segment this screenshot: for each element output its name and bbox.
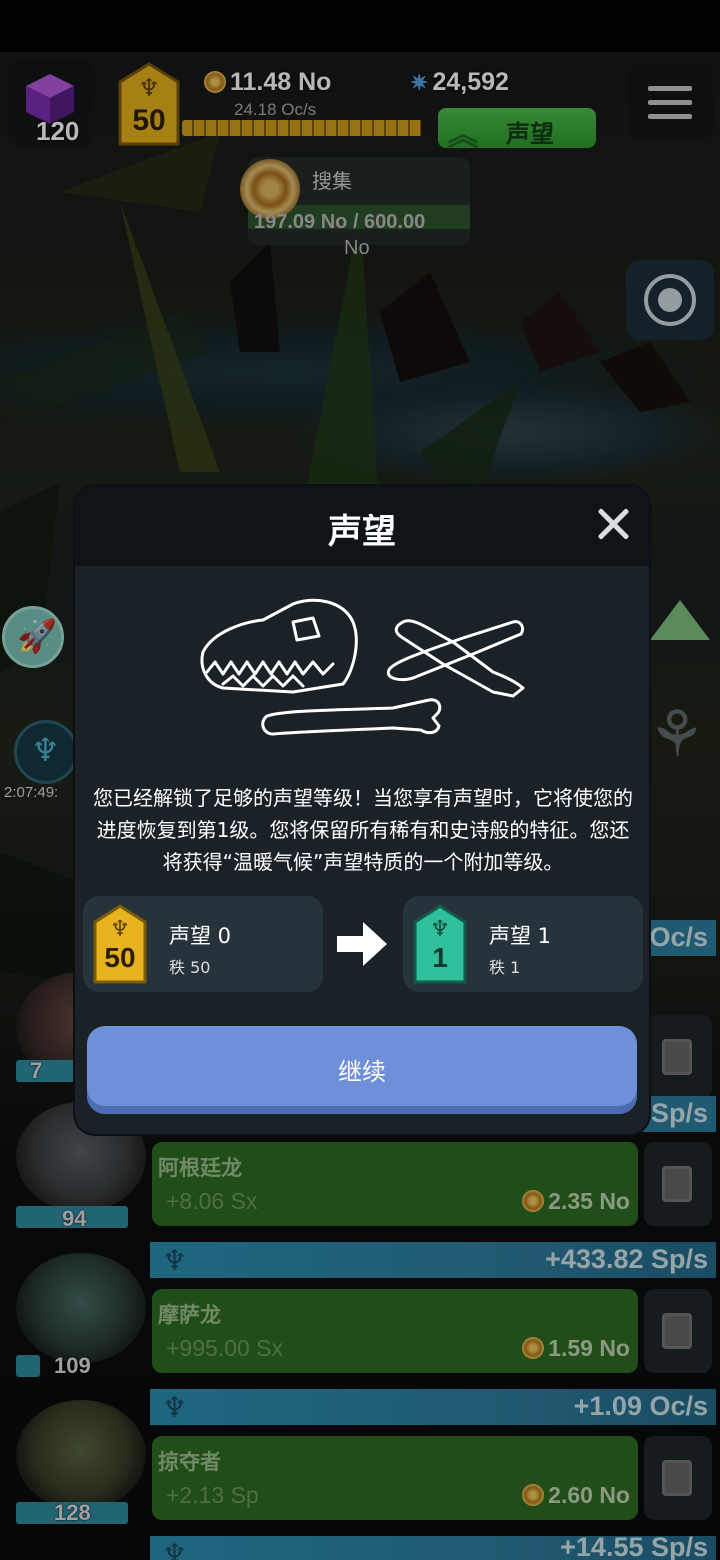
dialog-title: 声望 [328, 512, 396, 552]
next-prestige-name: 声望 1 [489, 924, 552, 948]
next-rank: 秩 1 [489, 958, 521, 977]
dino-fossil-illustration [200, 598, 525, 736]
svg-text:♆: ♆ [430, 917, 450, 942]
close-button[interactable] [591, 502, 635, 546]
next-rank-number: 1 [432, 942, 448, 973]
svg-text:♆: ♆ [110, 917, 130, 942]
current-prestige-card: ♆ 50 声望 0 秩 50 [83, 896, 323, 992]
prestige-dialog: 声望 您已经解锁了足够的声望等级！当您享有声望时，它将使您的进度恢复到第1级。您… [75, 486, 649, 1134]
dialog-header: 声望 [75, 486, 649, 566]
dialog-description: 您已经解锁了足够的声望等级！当您享有声望时，它将使您的进度恢复到第1级。您将保留… [93, 786, 633, 874]
current-rank-number: 50 [104, 942, 136, 973]
continue-button[interactable]: 继续 [87, 1026, 637, 1114]
next-prestige-card: ♆ 1 声望 1 秩 1 [403, 896, 643, 992]
arrow-right-icon [337, 922, 387, 966]
current-prestige-name: 声望 0 [169, 924, 232, 948]
current-rank: 秩 50 [169, 958, 211, 977]
